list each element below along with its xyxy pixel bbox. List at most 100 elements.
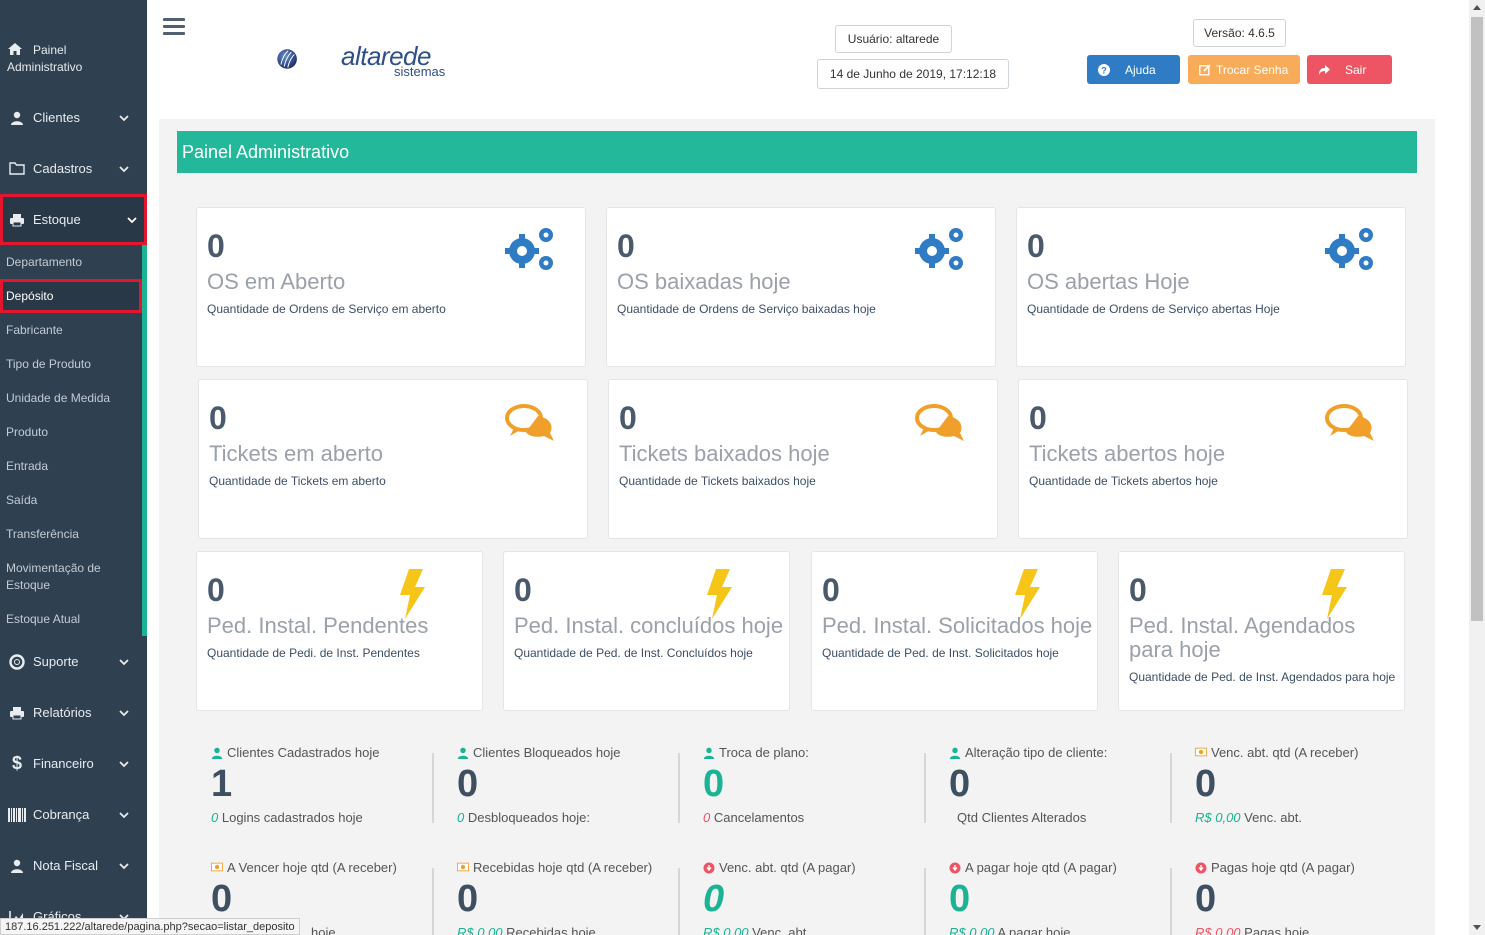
install-card-pendentes[interactable]: 0 Ped. Instal. Pendentes Quantidade de P… [196, 551, 483, 711]
stat-highlight: R$ 0,00 [703, 925, 749, 935]
edit-icon [1198, 63, 1212, 77]
lifebuoy-icon [7, 653, 27, 670]
nav-financeiro[interactable]: $ Financeiro [0, 738, 147, 789]
card-title: Ped. Instal. concluídos hoje [514, 613, 784, 638]
divider [924, 868, 926, 935]
nav-label: Cadastros [33, 161, 93, 176]
nav-nota-fiscal[interactable]: Nota Fiscal [0, 840, 147, 891]
barcode-icon [7, 807, 27, 823]
folder-icon [7, 161, 27, 177]
exit-button[interactable]: Sair [1307, 55, 1392, 84]
subnav-transferencia[interactable]: Transferência [0, 517, 142, 551]
stat-label: Recebidas hoje qtd (A receber) [473, 860, 653, 875]
page-scrollbar[interactable] [1469, 0, 1485, 935]
stat-a-pagar-hoje: A pagar hoje qtd (A pagar) 0 R$ 0,00 A p… [949, 860, 1179, 935]
nav-suporte[interactable]: Suporte [0, 636, 147, 687]
nav-label: Financeiro [33, 756, 94, 771]
os-card-abertas-hoje[interactable]: 0 OS abertas Hoje Quantidade de Ordens d… [1016, 207, 1406, 367]
money-icon [1195, 747, 1207, 759]
subnav-produto[interactable]: Produto [0, 415, 142, 449]
subnav-deposito[interactable]: Depósito [0, 279, 142, 313]
comments-icon [915, 404, 964, 441]
money-icon [457, 862, 469, 874]
install-card-agendados[interactable]: 0 Ped. Instal. Agendados para hoje Quant… [1118, 551, 1405, 711]
os-card-aberto[interactable]: 0 OS em Aberto Quantidade de Ordens de S… [196, 207, 586, 367]
status-url: 187.16.251.222/altarede/pagina.php?secao… [0, 918, 300, 935]
chevron-down-icon [119, 165, 129, 172]
nav-clientes[interactable]: Clientes [0, 92, 147, 143]
subnav-estoque-atual[interactable]: Estoque Atual [0, 602, 142, 636]
nav-estoque[interactable]: Estoque [0, 194, 147, 245]
subnav-entrada[interactable]: Entrada [0, 449, 142, 483]
os-card-baixadas[interactable]: 0 OS baixadas hoje Quantidade de Ordens … [606, 207, 996, 367]
main-content: Painel Administrativo 0 OS em Aberto Qua… [159, 119, 1435, 935]
stat-label: Troca de plano: [719, 745, 809, 760]
nav-painel-administrativo[interactable]: Painel Administrativo [0, 0, 147, 92]
card-value: 0 [514, 572, 532, 608]
stat-highlight: 0 [703, 810, 711, 825]
stat-label: A Vencer hoje qtd (A receber) [227, 860, 397, 875]
scrollbar-thumb[interactable] [1471, 17, 1483, 621]
subnav-saida[interactable]: Saída [0, 483, 142, 517]
divider [432, 753, 434, 823]
install-card-concluidos[interactable]: 0 Ped. Instal. concluídos hoje Quantidad… [503, 551, 790, 711]
svg-text:?: ? [1101, 65, 1107, 75]
divider [678, 753, 680, 823]
stat-footer: Pagas hoje [1244, 925, 1310, 935]
stat-highlight: R$ 0,00 [1195, 925, 1241, 935]
stat-highlight: R$ 0,00 [457, 925, 503, 935]
exit-label: Sair [1345, 62, 1367, 77]
stat-label: Alteração tipo de cliente: [965, 745, 1108, 760]
altarede-logo [277, 49, 297, 69]
change-password-button[interactable]: Trocar Senha [1188, 55, 1300, 84]
ticket-card-aberto[interactable]: 0 Tickets em aberto Quantidade de Ticket… [198, 379, 588, 539]
stat-footer: Desbloqueados hoje: [467, 810, 591, 825]
subnav-unidade-de-medida[interactable]: Unidade de Medida [0, 381, 142, 415]
stat-footer: Qtd Clientes Alterados [957, 810, 1087, 825]
sidebar: Painel Administrativo Clientes Cadastros… [0, 0, 147, 935]
scroll-down-icon[interactable] [1473, 925, 1481, 930]
stat-value: 0 [1195, 763, 1217, 805]
help-button[interactable]: ? Ajuda [1087, 55, 1180, 84]
comments-icon [505, 404, 554, 441]
chevron-down-icon [119, 760, 129, 767]
user-icon [457, 747, 469, 759]
ticket-card-baixados[interactable]: 0 Tickets baixados hoje Quantidade de Ti… [608, 379, 998, 539]
card-description: Quantidade de Ordens de Serviço em abert… [207, 302, 446, 316]
card-description: Quantidade de Ordens de Serviço abertas … [1027, 302, 1280, 316]
subnav-tipo-de-produto[interactable]: Tipo de Produto [0, 347, 142, 381]
card-value: 0 [209, 400, 227, 436]
stat-label: A pagar hoje qtd (A pagar) [965, 860, 1117, 875]
stat-value: 0 [703, 763, 725, 805]
stat-label: Pagas hoje qtd (A pagar) [1211, 860, 1355, 875]
chevron-down-icon [119, 862, 129, 869]
comments-icon [1325, 404, 1374, 441]
nav-label: Nota Fiscal [33, 858, 99, 873]
help-label: Ajuda [1125, 62, 1156, 77]
card-title: Tickets em aberto [209, 441, 384, 466]
nav-label: Relatórios [33, 705, 92, 720]
stat-highlight: R$ 0,00 [949, 925, 995, 935]
card-description: Quantidade de Ordens de Serviço baixadas… [617, 302, 876, 316]
install-card-solicitados[interactable]: 0 Ped. Instal. Solicitados hoje Quantida… [811, 551, 1098, 711]
nav-cobranca[interactable]: Cobrança [0, 789, 147, 840]
subnav-movimentacao-de-estoque[interactable]: Movimentação de Estoque [0, 551, 110, 602]
home-icon [7, 42, 27, 58]
nav-relatorios[interactable]: Relatórios [0, 687, 147, 738]
stat-value: 0 [949, 763, 971, 805]
user-icon [949, 747, 961, 759]
chevron-down-icon [119, 811, 129, 818]
stat-troca-de-plano: Troca de plano: 0 0 Cancelamentos [703, 745, 933, 865]
nav-cadastros[interactable]: Cadastros [0, 143, 147, 194]
gears-icon [1325, 228, 1373, 270]
stat-highlight: R$ 0,00 [1195, 810, 1241, 825]
ticket-card-abertos-hoje[interactable]: 0 Tickets abertos hoje Quantidade de Tic… [1018, 379, 1408, 539]
question-icon: ? [1097, 63, 1111, 77]
scroll-up-icon[interactable] [1473, 5, 1481, 10]
chevron-down-icon [119, 658, 129, 665]
subnav-departamento[interactable]: Departamento [0, 245, 142, 279]
stat-footer: Logins cadastrados hoje [221, 810, 363, 825]
menu-toggle-icon[interactable] [163, 18, 185, 36]
card-description: Quantidade de Tickets em aberto [209, 474, 386, 488]
subnav-fabricante[interactable]: Fabricante [0, 313, 142, 347]
